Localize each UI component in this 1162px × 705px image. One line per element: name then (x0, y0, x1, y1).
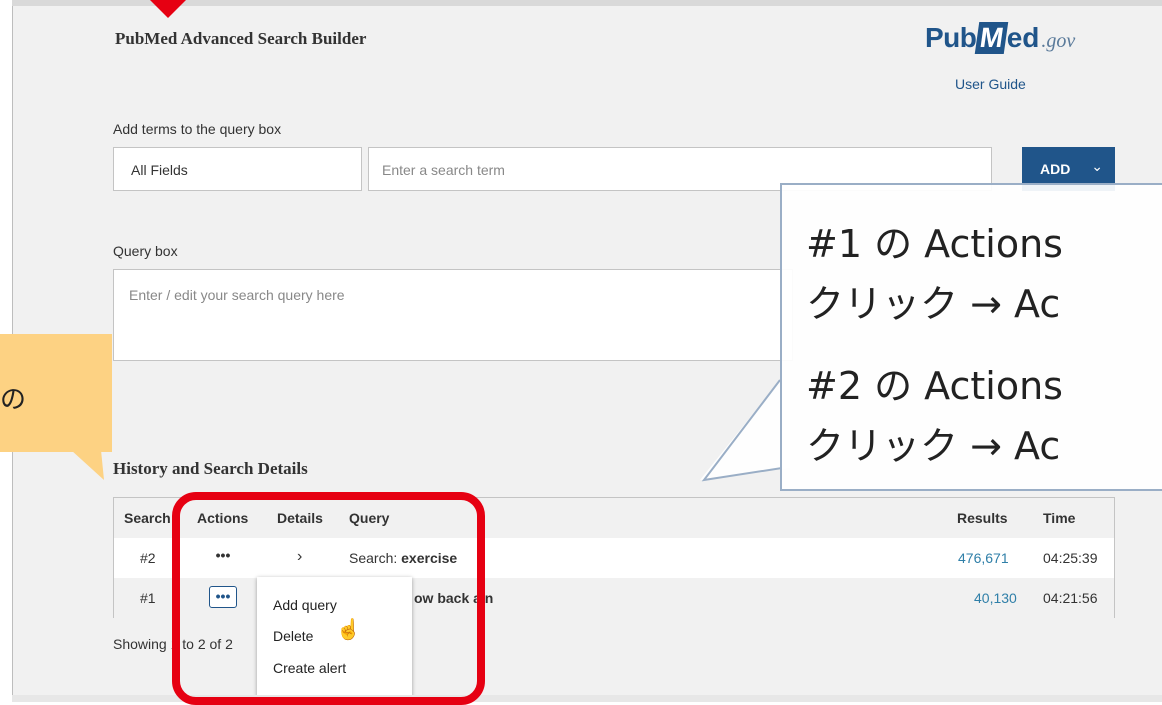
callout-left-text: の (0, 385, 27, 415)
col-results[interactable]: Results (957, 510, 1008, 526)
search-time: 04:25:39 (1043, 550, 1098, 566)
history-title: History and Search Details (113, 459, 308, 478)
search-time: 04:21:56 (1043, 590, 1098, 606)
annotation-callout-right: #1 の Actions クリック → Ac #2 の Actions クリック… (780, 183, 1162, 491)
field-select[interactable]: All Fields (113, 147, 362, 191)
col-search[interactable]: Search (124, 510, 171, 526)
query-box-label: Query box (113, 243, 178, 259)
user-guide-link[interactable]: User Guide (955, 76, 1026, 92)
annotation-callout-left: の (0, 334, 112, 452)
page-title: PubMed Advanced Search Builder (115, 29, 367, 48)
callout-line-4: クリック → Ac (806, 424, 1061, 468)
callout-left-tail (60, 440, 104, 480)
search-number: #2 (140, 550, 156, 566)
results-link[interactable]: 476,671 (958, 550, 1009, 566)
chevron-down-icon[interactable]: ⌄ (1091, 158, 1103, 175)
search-number: #1 (140, 590, 156, 606)
logo-gov: .gov (1041, 30, 1076, 52)
red-highlight-frame (172, 492, 485, 705)
callout-line-1: #1 の Actions (806, 222, 1063, 266)
callout-line-3: #2 の Actions (806, 364, 1063, 408)
add-button-label: ADD (1040, 161, 1071, 177)
logo-pub: Pub (925, 22, 977, 53)
query-box-textarea[interactable]: Enter / edit your search query here (113, 269, 793, 361)
col-time[interactable]: Time (1043, 510, 1075, 526)
red-arrow-annotation (150, 0, 186, 18)
callout-line-2: クリック → Ac (806, 282, 1061, 326)
logo-med: ed (1006, 22, 1040, 53)
pubmed-logo[interactable]: PubMed .gov (925, 22, 1125, 62)
logo-med-m: M (975, 22, 1009, 54)
add-terms-label: Add terms to the query box (113, 121, 282, 137)
callout-tail (700, 379, 790, 482)
results-link[interactable]: 40,130 (974, 590, 1017, 606)
